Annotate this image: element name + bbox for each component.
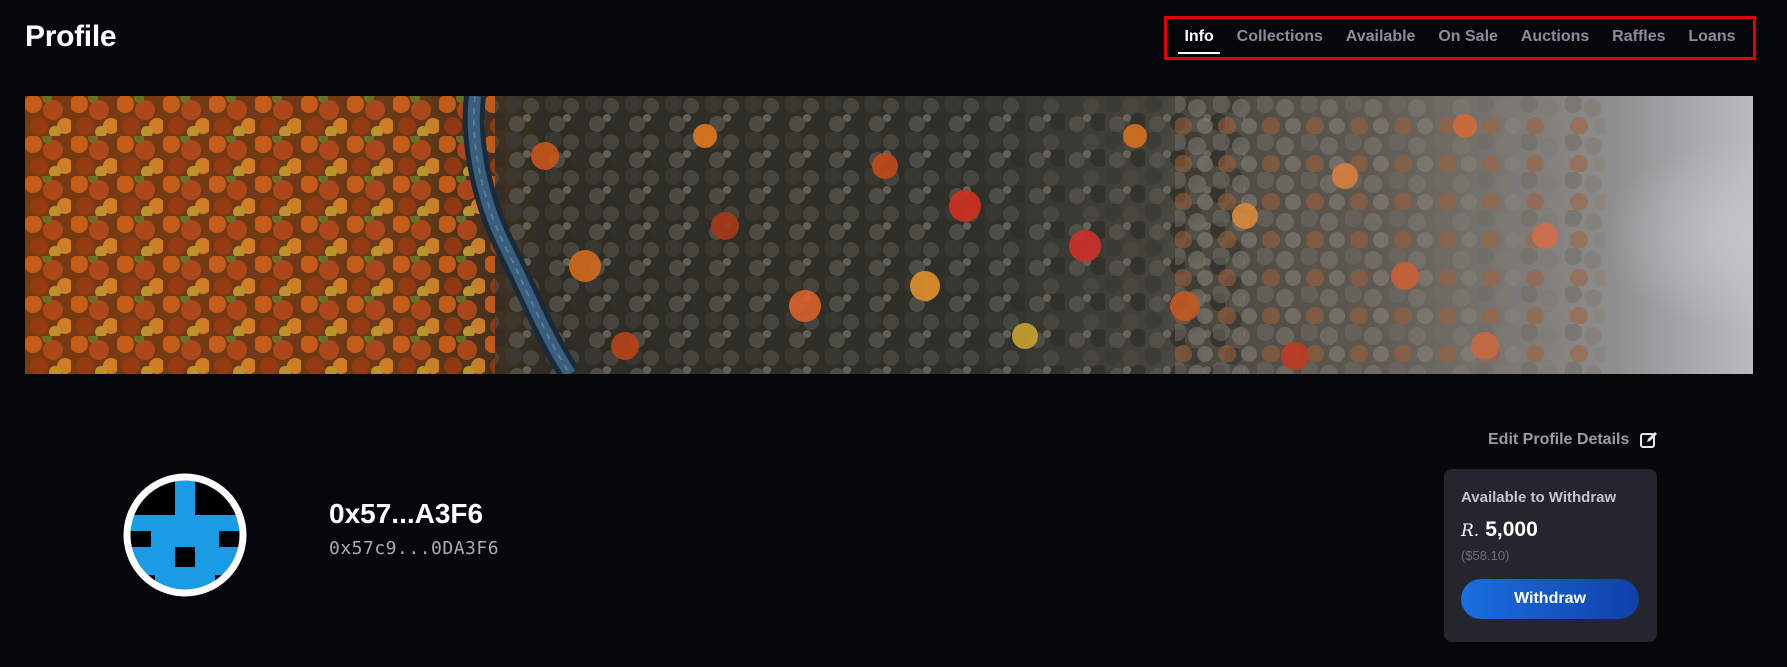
avatar [121,471,249,599]
profile-wallet-address: 0x57c9...0DA3F6 [329,538,500,559]
tab-available[interactable]: Available [1338,22,1424,54]
tab-on-sale[interactable]: On Sale [1430,22,1506,54]
withdraw-card: Available to Withdraw R. 5,000 ($58.10) … [1444,469,1657,642]
page-title: Profile [25,20,117,53]
withdraw-amount-row: R. 5,000 [1461,518,1640,542]
tab-raffles[interactable]: Raffles [1604,22,1673,54]
profile-page: Profile Info Collections Available On Sa… [0,0,1787,667]
edit-profile-label: Edit Profile Details [1488,431,1630,448]
withdraw-button[interactable]: Withdraw [1461,579,1639,619]
tab-collections[interactable]: Collections [1229,22,1331,54]
currency-icon: R. [1461,521,1480,541]
pixel-identicon [123,473,247,597]
edit-profile-button[interactable]: Edit Profile Details [1488,430,1659,450]
profile-tabs: Info Collections Available On Sale Aucti… [1164,16,1756,60]
tab-auctions[interactable]: Auctions [1513,22,1597,54]
profile-banner-image [25,96,1753,374]
tab-info[interactable]: Info [1176,22,1221,54]
autumn-forest-aerial-image [25,96,1753,374]
edit-icon [1640,432,1658,448]
withdraw-usd-value: ($58.10) [1461,548,1510,563]
tab-loans[interactable]: Loans [1680,22,1743,54]
profile-display-name: 0x57...A3F6 [329,498,484,529]
withdraw-title: Available to Withdraw [1461,489,1617,506]
withdraw-amount: 5,000 [1485,518,1538,541]
